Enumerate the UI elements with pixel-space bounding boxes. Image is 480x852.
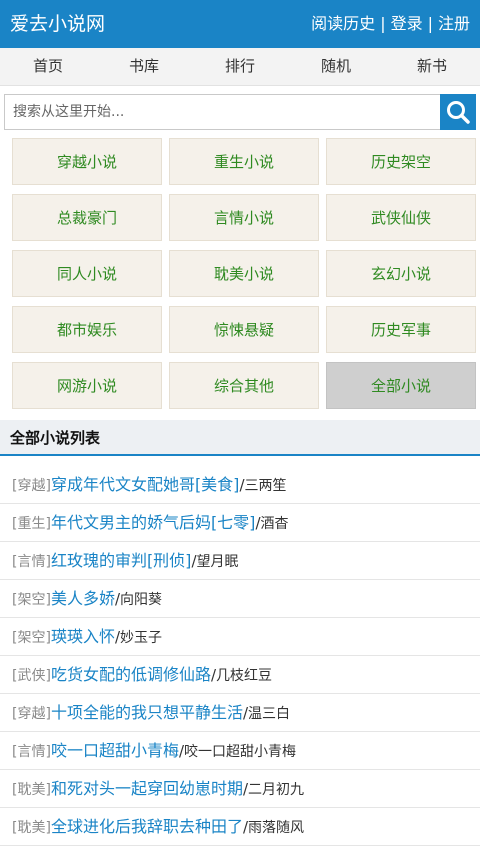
category-wangyou[interactable]: 网游小说 — [12, 362, 162, 409]
list-title: 全部小说列表 — [10, 429, 101, 447]
list-header: 全部小说列表 — [0, 420, 480, 456]
category-dushi-yule[interactable]: 都市娱乐 — [12, 306, 162, 353]
nav-item-ranking[interactable]: 排行 — [192, 48, 288, 85]
book-title-link[interactable]: 美人多娇 — [51, 589, 115, 608]
user-links: 阅读历史 | 登录 | 注册 — [311, 12, 470, 36]
book-genre-tag: [耽美] — [12, 782, 51, 798]
category-all[interactable]: 全部小说 — [326, 362, 476, 409]
book-author-link[interactable]: 向阳葵 — [120, 592, 162, 608]
book-row: [言情]红玫瑰的审判[刑侦]/望月眠 — [0, 542, 480, 580]
category-lishi-junshi[interactable]: 历史军事 — [326, 306, 476, 353]
book-genre-tag: [穿越] — [12, 706, 51, 722]
search-input[interactable] — [4, 94, 440, 130]
nav-item-home[interactable]: 首页 — [0, 48, 96, 85]
book-genre-tag: [重生] — [12, 516, 51, 532]
book-genre-tag: [架空] — [12, 630, 51, 646]
book-row: [穿越]穿成年代文女配她哥[美食]/三两笙 — [0, 466, 480, 504]
book-row: [重生]年代文男主的娇气后妈[七零]/酒杳 — [0, 504, 480, 542]
book-author-link[interactable]: 望月眠 — [197, 554, 239, 570]
category-lishi-jiakong[interactable]: 历史架空 — [326, 138, 476, 185]
category-wuxia-xianxia[interactable]: 武侠仙侠 — [326, 194, 476, 241]
book-row: [架空]瑛瑛入怀/妙玉子 — [0, 618, 480, 656]
book-genre-tag: [言情] — [12, 744, 51, 760]
book-title-link[interactable]: 吃货女配的低调修仙路 — [51, 665, 211, 684]
book-row: [耽美]全球进化后我辞职去种田了/雨落随风 — [0, 808, 480, 846]
book-title-link[interactable]: 红玫瑰的审判[刑侦] — [51, 551, 192, 570]
book-genre-tag: [架空] — [12, 592, 51, 608]
register-link[interactable]: 注册 — [438, 14, 470, 33]
book-author-link[interactable]: 咬一口超甜小青梅 — [184, 744, 296, 760]
book-row: [架空]美人多娇/向阳葵 — [0, 580, 480, 618]
nav-item-random[interactable]: 随机 — [288, 48, 384, 85]
category-tongren[interactable]: 同人小说 — [12, 250, 162, 297]
book-row: [武侠]吃货女配的低调修仙路/几枝红豆 — [0, 656, 480, 694]
category-chuanyue[interactable]: 穿越小说 — [12, 138, 162, 185]
site-title[interactable]: 爱去小说网 — [10, 11, 105, 37]
category-chongsheng[interactable]: 重生小说 — [169, 138, 319, 185]
book-author-link[interactable]: 几枝红豆 — [216, 668, 272, 684]
book-title-link[interactable]: 年代文男主的娇气后妈[七零] — [51, 513, 256, 532]
category-jingsong-xuanyi[interactable]: 惊悚悬疑 — [169, 306, 319, 353]
book-title-link[interactable]: 全球进化后我辞职去种田了 — [51, 817, 243, 836]
login-link[interactable]: 登录 — [391, 14, 423, 33]
book-genre-tag: [耽美] — [12, 820, 51, 836]
category-xuanhuan[interactable]: 玄幻小说 — [326, 250, 476, 297]
reading-history-link[interactable]: 阅读历史 — [311, 14, 375, 33]
book-title-link[interactable]: 咬一口超甜小青梅 — [51, 741, 179, 760]
book-title-link[interactable]: 穿成年代文女配她哥[美食] — [51, 475, 240, 494]
book-author-link[interactable]: 雨落随风 — [248, 820, 304, 836]
book-row: [言情]咬一口超甜小青梅/咬一口超甜小青梅 — [0, 732, 480, 770]
category-zonghe-qita[interactable]: 综合其他 — [169, 362, 319, 409]
main-nav: 首页 书库 排行 随机 新书 — [0, 48, 480, 86]
nav-item-new-books[interactable]: 新书 — [384, 48, 480, 85]
book-author-link[interactable]: 三两笙 — [245, 478, 287, 494]
book-genre-tag: [言情] — [12, 554, 51, 570]
book-title-link[interactable]: 十项全能的我只想平静生活 — [51, 703, 243, 722]
book-genre-tag: [武侠] — [12, 668, 51, 684]
link-separator: | — [427, 14, 433, 33]
book-row: [穿越]十项全能的我只想平静生活/温三白 — [0, 694, 480, 732]
book-author-link[interactable]: 温三白 — [248, 706, 290, 722]
link-separator: | — [380, 14, 386, 33]
book-author-link[interactable]: 二月初九 — [248, 782, 304, 798]
search-icon — [447, 101, 470, 124]
top-bar: 爱去小说网 阅读历史 | 登录 | 注册 — [0, 0, 480, 48]
category-yanqing[interactable]: 言情小说 — [169, 194, 319, 241]
nav-item-library[interactable]: 书库 — [96, 48, 192, 85]
category-zongcai-haomen[interactable]: 总裁豪门 — [12, 194, 162, 241]
book-title-link[interactable]: 瑛瑛入怀 — [51, 627, 115, 646]
book-genre-tag: [穿越] — [12, 478, 51, 494]
category-danmei[interactable]: 耽美小说 — [169, 250, 319, 297]
book-row: [耽美]和死对头一起穿回幼崽时期/二月初九 — [0, 770, 480, 808]
search-button[interactable] — [440, 94, 476, 130]
search-bar — [4, 94, 476, 130]
book-title-link[interactable]: 和死对头一起穿回幼崽时期 — [51, 779, 243, 798]
book-author-link[interactable]: 酒杳 — [261, 516, 289, 532]
book-author-link[interactable]: 妙玉子 — [120, 630, 162, 646]
